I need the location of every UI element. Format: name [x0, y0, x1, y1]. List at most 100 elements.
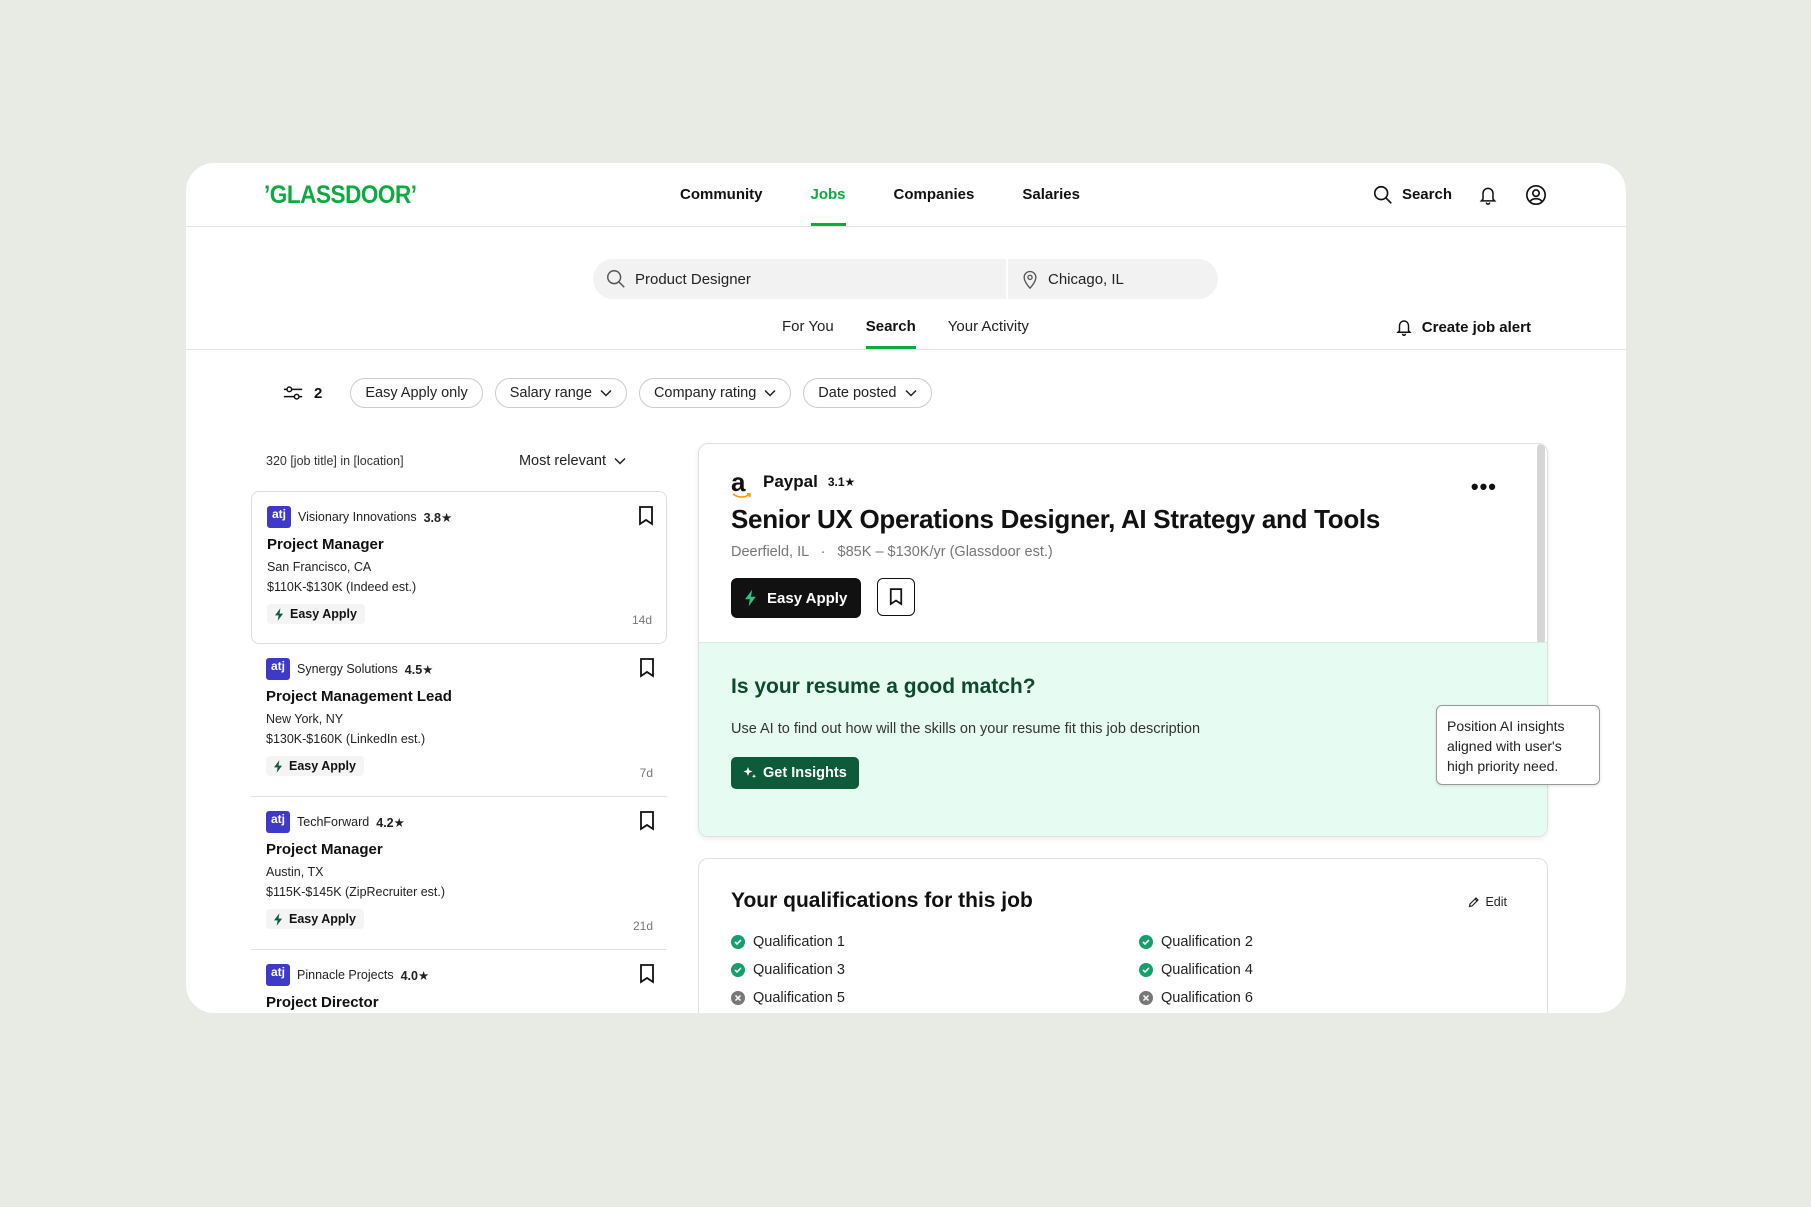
filter-bar: 2 Easy Apply only Salary range Company r…: [282, 378, 932, 408]
filter-company-rating[interactable]: Company rating: [638, 378, 792, 408]
job-salary: $110K-$130K (Indeed est.): [267, 580, 417, 594]
easy-apply-label: Easy Apply: [289, 759, 356, 773]
filter-label: Salary range: [509, 385, 592, 401]
company-name: Synergy Solutions: [297, 662, 398, 676]
lightning-icon: [275, 607, 284, 621]
detail-scrollbar[interactable]: [1537, 444, 1545, 644]
filter-date-posted[interactable]: Date posted: [803, 378, 932, 408]
easy-apply-badge: Easy Apply: [266, 909, 364, 929]
job-meta: Deerfield, IL · $85K – $130K/yr (Glassdo…: [731, 544, 1053, 560]
top-navigation: ’GLASSDOOR’ Community Jobs Companies Sal…: [186, 163, 1626, 227]
sparkle-icon: [743, 767, 757, 779]
qualification-item: Qualification 4: [1139, 961, 1511, 979]
insights-title: Is your resume a good match?: [731, 675, 1036, 698]
easy-apply-label: Easy Apply: [767, 589, 848, 607]
job-list: atj Visionary Innovations 3.8★ Project M…: [251, 491, 667, 1013]
bookmark-icon[interactable]: [639, 964, 655, 984]
job-card[interactable]: atj Synergy Solutions 4.5★ Project Manag…: [251, 644, 667, 797]
main-nav: Community Jobs Companies Salaries: [680, 163, 1128, 226]
tab-your-activity[interactable]: Your Activity: [948, 308, 1029, 349]
job-card[interactable]: atj Visionary Innovations 3.8★ Project M…: [251, 491, 667, 644]
qualification-item: Qualification 2: [1139, 933, 1511, 951]
chevron-down-icon: [614, 457, 626, 465]
resume-match-panel: Is your resume a good match? Use AI to f…: [699, 642, 1547, 836]
tab-search[interactable]: Search: [865, 308, 916, 349]
nav-jobs[interactable]: Jobs: [810, 163, 846, 226]
job-location: San Francisco, CA: [267, 560, 372, 574]
job-keyword-field[interactable]: [593, 259, 1008, 299]
nav-search-button[interactable]: Search: [1372, 184, 1452, 206]
edit-qualifications-button[interactable]: Edit: [1468, 895, 1507, 909]
check-circle-icon: [731, 935, 745, 949]
sort-label: Most relevant: [518, 453, 606, 469]
results-count: 320 [job title] in [location]: [266, 454, 404, 468]
job-keyword-input[interactable]: [635, 270, 935, 288]
company-logo: atj: [267, 506, 291, 528]
create-job-alert-button[interactable]: Create job alert: [1395, 308, 1531, 346]
insights-description: Use AI to find out how will the skills o…: [731, 721, 1201, 737]
easy-apply-badge: Easy Apply: [266, 756, 364, 776]
company-rating: 3.8★: [423, 510, 453, 525]
company-name: Visionary Innovations: [298, 510, 417, 524]
job-card[interactable]: atj TechForward 4.2★ Project Manager Aus…: [251, 797, 667, 950]
easy-apply-badge: Easy Apply: [267, 604, 365, 624]
job-card[interactable]: atj Pinnacle Projects 4.0★ Project Direc…: [251, 950, 667, 1013]
glassdoor-logo[interactable]: ’GLASSDOOR’: [264, 181, 417, 210]
profile-button[interactable]: [1524, 183, 1548, 207]
job-search-bar: [593, 259, 1218, 299]
check-circle-icon: [1139, 935, 1153, 949]
easy-apply-button[interactable]: Easy Apply: [731, 578, 862, 618]
company-logo: a: [731, 469, 753, 498]
chevron-down-icon: [600, 389, 612, 397]
bookmark-icon[interactable]: [638, 506, 654, 526]
nav-salaries[interactable]: Salaries: [1022, 163, 1080, 226]
qualification-item: Qualification 1: [731, 933, 1139, 951]
nav-right: Search: [1372, 163, 1548, 226]
company-rating: 3.1★: [827, 475, 856, 489]
job-actions: Easy Apply: [731, 578, 916, 618]
app-window: ’GLASSDOOR’ Community Jobs Companies Sal…: [186, 163, 1626, 1013]
job-title: Project Management Lead: [266, 688, 452, 705]
job-title: Senior UX Operations Designer, AI Strate…: [731, 504, 1380, 534]
notifications-button[interactable]: [1476, 183, 1500, 207]
job-salary: $130K-$160K (LinkedIn est.): [266, 732, 426, 746]
job-title: Project Manager: [266, 841, 383, 858]
company-logo: atj: [266, 964, 290, 986]
posted-age: 7d: [639, 766, 653, 780]
bookmark-icon[interactable]: [639, 658, 655, 678]
location-input[interactable]: [1048, 270, 1198, 288]
easy-apply-label: Easy Apply: [289, 912, 356, 926]
get-insights-label: Get Insights: [763, 765, 847, 781]
nav-community[interactable]: Community: [680, 163, 763, 226]
all-filters-button[interactable]: 2: [282, 384, 322, 402]
nav-companies[interactable]: Companies: [894, 163, 975, 226]
sliders-icon: [283, 386, 303, 400]
lightning-icon: [274, 912, 283, 926]
easy-apply-label: Easy Apply: [290, 607, 357, 621]
company-rating: 4.2★: [376, 815, 405, 830]
job-title: Project Manager: [267, 536, 384, 553]
sort-dropdown[interactable]: Most relevant: [519, 453, 626, 469]
filter-easy-apply[interactable]: Easy Apply only: [350, 378, 483, 408]
edit-label: Edit: [1485, 895, 1507, 909]
company-name[interactable]: Paypal: [763, 472, 818, 492]
bookmark-icon[interactable]: [639, 811, 655, 831]
create-job-alert-label: Create job alert: [1421, 318, 1531, 336]
lightning-icon: [745, 589, 756, 607]
pencil-icon: [1469, 897, 1480, 908]
check-circle-icon: [1139, 963, 1153, 977]
detail-company: a Paypal 3.1★: [731, 469, 856, 498]
bell-icon: [1479, 187, 1497, 205]
location-field[interactable]: [1008, 259, 1218, 299]
get-insights-button[interactable]: Get Insights: [731, 757, 859, 789]
more-options-button[interactable]: •••: [1471, 474, 1497, 500]
tab-for-you[interactable]: For You: [782, 308, 834, 349]
company-logo: atj: [266, 658, 290, 680]
x-circle-icon: [731, 991, 745, 1005]
filter-salary-range[interactable]: Salary range: [494, 378, 627, 408]
results-header: 320 [job title] in [location] Most relev…: [266, 449, 646, 473]
filter-label: Date posted: [818, 385, 897, 401]
subtabs-row: For You Search Your Activity Create job …: [186, 308, 1626, 350]
chevron-down-icon: [904, 389, 917, 397]
save-job-button[interactable]: [877, 578, 916, 616]
